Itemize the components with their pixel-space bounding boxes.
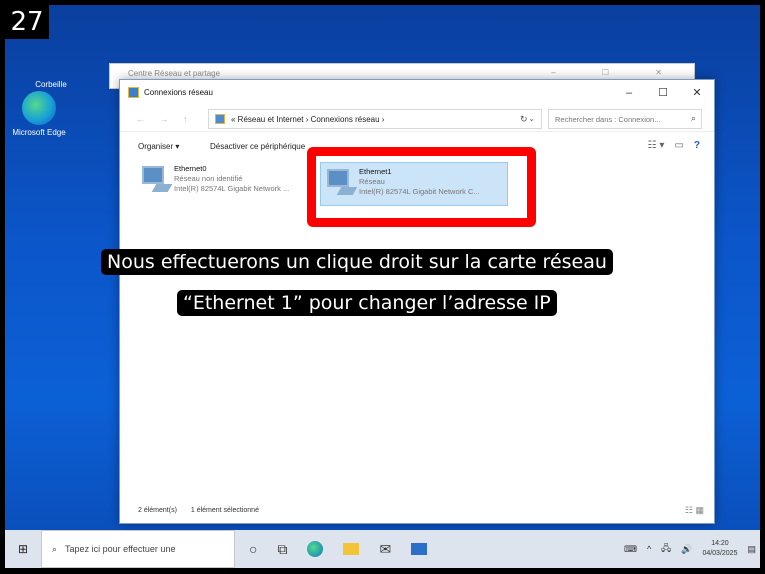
highlight-box xyxy=(307,147,536,227)
volume-icon[interactable]: 🔊 xyxy=(681,544,692,555)
desktop-icon-edge[interactable]: Microsoft Edge xyxy=(9,91,69,137)
item-count: 2 élément(s) xyxy=(138,507,177,514)
desktop: 27 Corbeille Microsoft Edge Centre Résea… xyxy=(5,5,760,568)
edge-icon xyxy=(22,91,56,125)
status-bar: 2 élément(s) 1 élément sélectionné ☷ ▦ xyxy=(120,499,714,523)
taskbar: ⊞ ⌕ Tapez ici pour effectuer une ○ ⧉ ✉ ⌨… xyxy=(5,530,760,568)
taskbar-search-input[interactable]: ⌕ Tapez ici pour effectuer une xyxy=(41,530,235,568)
back-window-controls[interactable]: – ☐ ✕ xyxy=(551,68,684,77)
clock[interactable]: 14:20 04/03/2025 xyxy=(702,539,737,559)
chevron-up-icon[interactable]: ^ xyxy=(647,544,651,554)
recycle-bin-icon xyxy=(34,43,68,77)
mail-icon[interactable]: ✉ xyxy=(379,541,391,558)
network-icon[interactable]: 🖧 xyxy=(661,541,671,557)
network-folder-icon xyxy=(128,87,139,98)
refresh-icon[interactable]: ↻ xyxy=(520,114,528,125)
file-explorer-icon[interactable] xyxy=(343,543,360,555)
desktop-icon-recycle-bin[interactable]: Corbeille xyxy=(21,43,81,89)
task-view-icon[interactable]: ⧉ xyxy=(277,541,287,558)
search-icon: ⌕ xyxy=(690,113,696,123)
chevron-down-icon[interactable]: ⌄ xyxy=(528,114,535,123)
taskbar-search-placeholder: Tapez ici pour effectuer une xyxy=(65,544,176,554)
adapter-status: Réseau non identifié xyxy=(174,174,243,183)
adapter-name: Ethernet0 xyxy=(174,164,207,173)
network-adapter-icon xyxy=(142,166,173,194)
desktop-icon-label: Microsoft Edge xyxy=(12,128,66,137)
clock-date: 04/03/2025 xyxy=(702,550,738,557)
close-button[interactable]: ✕ xyxy=(680,80,714,106)
title-bar[interactable]: Connexions réseau – ☐ ✕ xyxy=(120,80,714,106)
window-title: Connexions réseau xyxy=(144,88,213,97)
caption-line-1: Nous effectuerons un clique droit sur la… xyxy=(101,249,691,275)
windows-start-icon[interactable]: ⊞ xyxy=(5,542,41,556)
control-panel-icon xyxy=(215,114,225,124)
minimize-button[interactable]: – xyxy=(612,80,646,106)
edge-icon[interactable] xyxy=(307,541,324,557)
back-window-title: Centre Réseau et partage xyxy=(128,69,221,78)
adapter-device: Intel(R) 82574L Gigabit Network ... xyxy=(174,184,290,193)
maximize-button[interactable]: ☐ xyxy=(646,80,680,106)
adapter-ethernet0[interactable]: Ethernet0 Réseau non identifié Intel(R) … xyxy=(136,160,318,204)
cortana-icon[interactable]: ○ xyxy=(249,541,257,557)
address-bar[interactable]: « Réseau et Internet › Connexions réseau… xyxy=(208,109,542,129)
selection-count: 1 élément sélectionné xyxy=(190,507,259,514)
address-row: ← → ↑ « Réseau et Internet › Connexions … xyxy=(120,106,714,132)
search-input[interactable]: Rechercher dans : Connexion... ⌕ xyxy=(548,109,702,129)
help-icon[interactable]: ? xyxy=(694,140,700,151)
step-number-badge: 27 xyxy=(5,5,49,39)
view-toggle-icon[interactable]: ☷ ▦ xyxy=(685,505,704,516)
change-view-icon[interactable]: ☷ ▾ xyxy=(648,140,665,151)
network-connections-taskbar-icon[interactable] xyxy=(411,543,428,555)
navigation-buttons[interactable]: ← → ↑ xyxy=(136,114,194,124)
keyboard-icon[interactable]: ⌨ xyxy=(624,544,637,555)
breadcrumb[interactable]: « Réseau et Internet › Connexions réseau… xyxy=(231,115,384,124)
organize-button[interactable]: Organiser ▾ xyxy=(138,142,179,151)
desktop-icon-label: Corbeille xyxy=(35,80,67,89)
disable-device-button[interactable]: Désactiver ce périphérique xyxy=(210,142,305,151)
system-tray: ⌨ ^ 🖧 🔊 14:20 04/03/2025 ▤ xyxy=(624,530,756,568)
search-icon: ⌕ xyxy=(52,543,58,554)
clock-time: 14:20 xyxy=(711,540,729,547)
notification-icon[interactable]: ▤ xyxy=(747,544,756,555)
search-placeholder: Rechercher dans : Connexion... xyxy=(555,115,661,124)
preview-pane-icon[interactable]: ▭ xyxy=(674,140,683,151)
caption-line-2: “Ethernet 1” pour changer l’adresse IP xyxy=(177,290,617,316)
